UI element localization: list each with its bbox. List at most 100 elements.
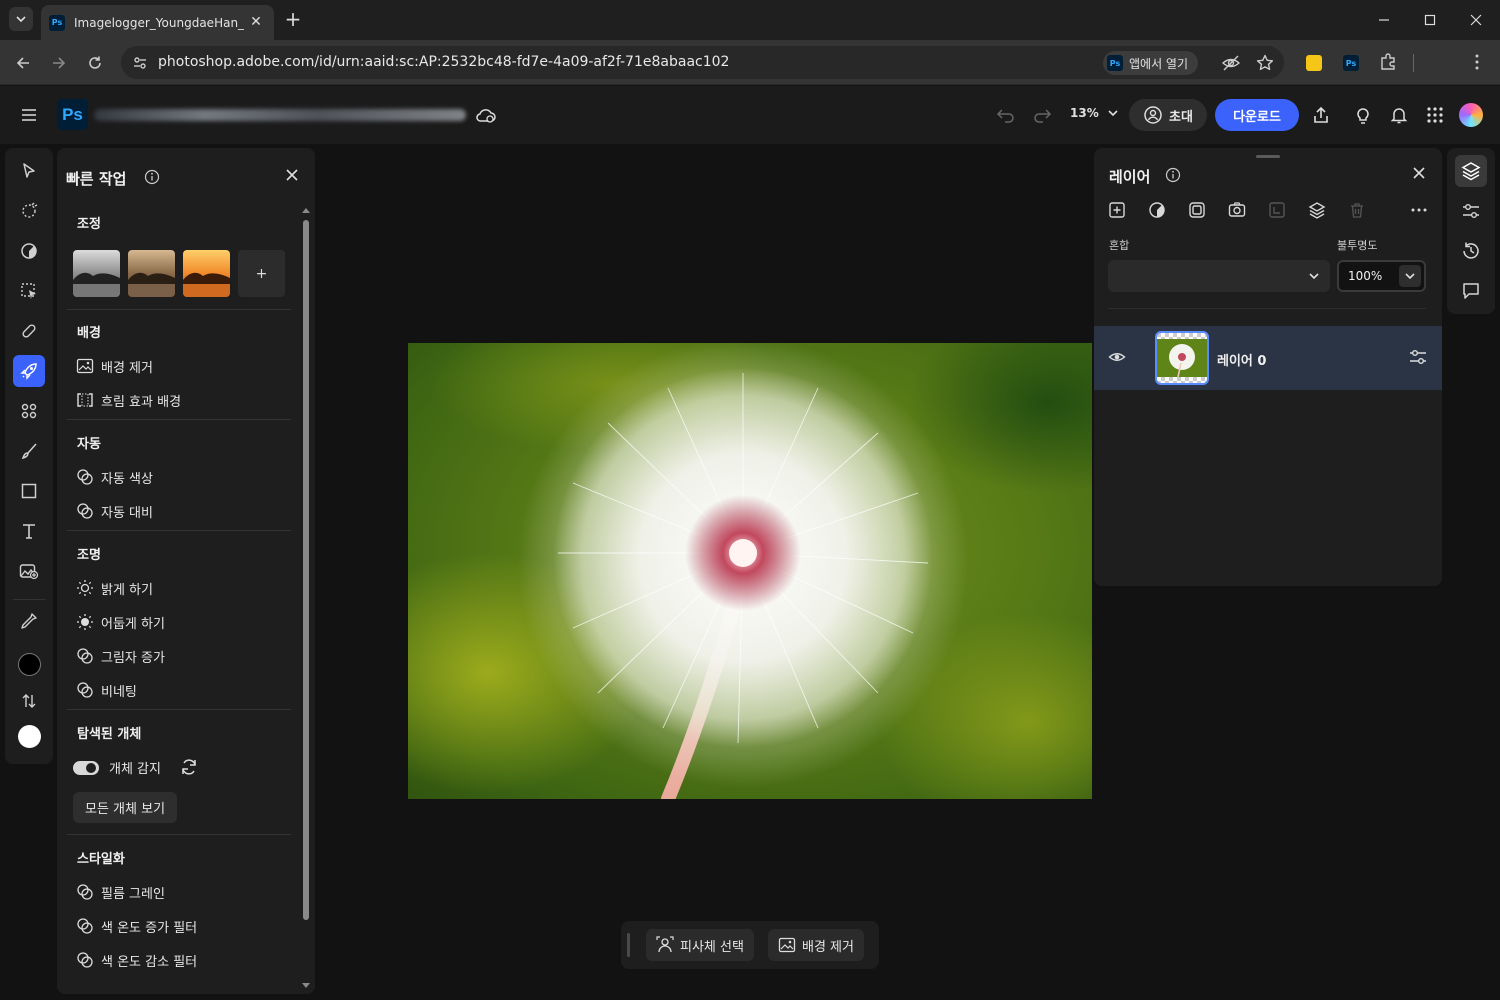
preset-sepia[interactable] (128, 250, 175, 297)
undo-icon[interactable] (992, 101, 1020, 129)
tab-close-icon[interactable]: ✕ (248, 14, 264, 30)
refresh-icon[interactable] (179, 757, 199, 777)
more-vertical-icon[interactable] (1468, 52, 1486, 72)
warm-filter-action[interactable]: 색 온도 증가 필터 (75, 914, 197, 938)
back-button[interactable] (10, 50, 36, 76)
clip-layer-icon[interactable] (1265, 198, 1289, 222)
minimize-button[interactable] (1370, 8, 1398, 32)
extension-notes-icon[interactable] (1306, 55, 1322, 71)
background-color-swatch[interactable] (18, 725, 41, 748)
download-button[interactable]: 다운로드 (1215, 99, 1299, 131)
cloud-sync-icon[interactable] (472, 101, 500, 129)
user-avatar[interactable] (1459, 103, 1483, 127)
adjust-tool-button[interactable] (13, 235, 45, 267)
invite-button[interactable]: 초대 (1129, 99, 1207, 131)
trash-icon[interactable] (1345, 198, 1369, 222)
comments-panel-button[interactable] (1455, 275, 1487, 307)
forward-button[interactable] (46, 50, 72, 76)
eye-icon[interactable] (1108, 348, 1126, 366)
increase-shadows-action[interactable]: 그림자 증가 (75, 644, 165, 668)
photoshop-logo[interactable]: Ps (57, 99, 88, 130)
remove-background-button[interactable]: 배경 제거 (768, 929, 864, 961)
panel-drag-handle[interactable] (1256, 155, 1280, 158)
layers-panel-button[interactable] (1455, 155, 1487, 187)
properties-panel-button[interactable] (1455, 195, 1487, 227)
add-layer-icon[interactable] (1105, 198, 1129, 222)
darken-action[interactable]: 어둡게 하기 (75, 610, 165, 634)
layer-properties-icon[interactable] (1408, 348, 1428, 366)
foreground-color-swatch[interactable] (18, 653, 41, 676)
object-select-tool-button[interactable] (13, 195, 45, 227)
opacity-value[interactable]: 100% (1348, 269, 1382, 283)
add-ons-tool-button[interactable] (13, 395, 45, 427)
quick-actions-tool-button[interactable] (13, 355, 45, 387)
more-horizontal-icon[interactable] (1407, 198, 1431, 222)
puzzle-icon[interactable] (1378, 52, 1398, 72)
brush-tool-button[interactable] (13, 435, 45, 467)
document-title-redacted[interactable] (94, 109, 466, 121)
auto-contrast-action[interactable]: 자동 대비 (75, 499, 153, 523)
layer-thumbnail[interactable] (1155, 331, 1209, 385)
preset-add-button[interactable]: + (238, 250, 285, 297)
camera-icon[interactable] (1225, 198, 1249, 222)
auto-color-action[interactable]: 자동 색상 (75, 465, 153, 489)
object-detection-toggle[interactable] (73, 761, 99, 775)
mask-icon[interactable] (1185, 198, 1209, 222)
eyedropper-tool-button[interactable] (13, 605, 45, 637)
panel-scrollbar[interactable] (301, 206, 311, 990)
canvas-image[interactable] (408, 343, 1092, 799)
url-text[interactable]: photoshop.adobe.com/id/urn:aaid:sc:AP:25… (158, 54, 729, 70)
new-tab-button[interactable]: + (282, 9, 304, 31)
panel-close-icon[interactable] (1412, 166, 1426, 180)
apps-grid-icon[interactable] (1421, 101, 1449, 129)
open-in-app-button[interactable]: Ps 앱에서 열기 (1103, 51, 1199, 75)
history-panel-button[interactable] (1455, 235, 1487, 267)
action-label: 필름 그레인 (101, 886, 165, 902)
info-icon[interactable] (1165, 167, 1181, 183)
brighten-action[interactable]: 밝게 하기 (75, 576, 153, 600)
remove-background-action[interactable]: 배경 제거 (75, 354, 153, 378)
layer-name[interactable]: 레이어 0 (1217, 350, 1266, 369)
select-tool-button[interactable] (13, 155, 45, 187)
healing-tool-button[interactable] (13, 315, 45, 347)
star-icon[interactable] (1255, 53, 1275, 73)
site-info-button[interactable] (129, 52, 151, 74)
layer-stack-icon[interactable] (1305, 198, 1329, 222)
omnibox[interactable]: photoshop.adobe.com/id/urn:aaid:sc:AP:25… (121, 46, 1284, 79)
browser-tab[interactable]: Ps Imagelogger_YoungdaeHan_N ✕ (41, 5, 274, 40)
scrollbar-thumb[interactable] (303, 220, 309, 920)
opacity-dropdown-button[interactable] (1399, 265, 1421, 287)
tab-search-button[interactable] (9, 7, 33, 31)
layer-row[interactable]: 레이어 0 (1094, 326, 1442, 390)
shape-tool-button[interactable] (13, 475, 45, 507)
swap-colors-button[interactable] (13, 685, 45, 717)
reload-button[interactable] (82, 50, 108, 76)
bell-icon[interactable] (1385, 101, 1413, 129)
adjustment-layer-icon[interactable] (1145, 198, 1169, 222)
maximize-button[interactable] (1416, 8, 1444, 32)
eye-off-icon[interactable] (1221, 53, 1241, 73)
info-icon[interactable] (144, 169, 160, 185)
vignette-action[interactable]: 비네팅 (75, 678, 137, 702)
redo-icon[interactable] (1028, 101, 1056, 129)
share-icon[interactable] (1307, 101, 1335, 129)
cool-filter-action[interactable]: 색 온도 감소 필터 (75, 948, 197, 972)
window-close-button[interactable] (1462, 8, 1490, 32)
text-tool-button[interactable] (13, 515, 45, 547)
blend-mode-select[interactable] (1108, 260, 1330, 292)
lightbulb-icon[interactable] (1349, 101, 1377, 129)
hamburger-menu-icon[interactable] (15, 101, 43, 129)
drag-handle[interactable] (627, 933, 630, 957)
blur-background-action[interactable]: 흐림 효과 배경 (75, 388, 181, 412)
panel-close-icon[interactable] (285, 168, 299, 182)
preset-black-white[interactable] (73, 250, 120, 297)
crop-select-tool-button[interactable] (13, 275, 45, 307)
zoom-dropdown[interactable]: 13% (1070, 106, 1119, 120)
view-all-objects-button[interactable]: 모든 개체 보기 (73, 792, 178, 823)
add-image-tool-button[interactable] (13, 555, 45, 587)
preset-warm[interactable] (183, 250, 230, 297)
extension-photoshop-icon[interactable]: Ps (1343, 55, 1359, 71)
film-grain-action[interactable]: 필름 그레인 (75, 880, 165, 904)
opacity-field[interactable]: 100% (1337, 260, 1426, 292)
select-subject-button[interactable]: 피사체 선택 (646, 929, 754, 961)
